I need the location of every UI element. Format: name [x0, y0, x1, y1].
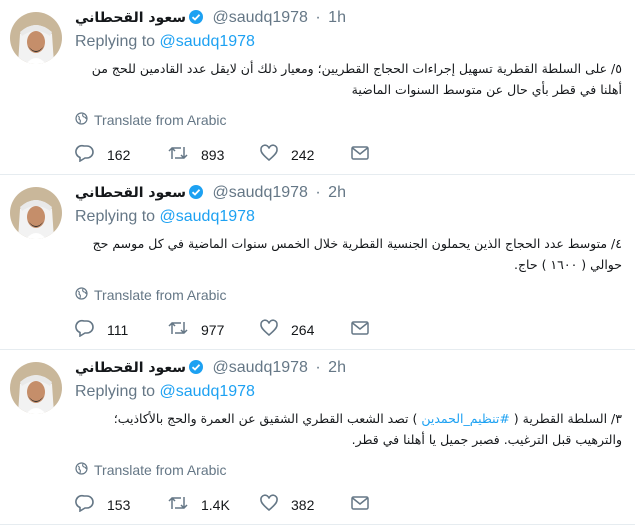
- reply-count: 153: [107, 496, 131, 513]
- hashtag-link[interactable]: #تنظيم_الحمدين: [421, 411, 509, 426]
- avatar-image: [10, 187, 62, 239]
- like-icon: [259, 144, 279, 165]
- translate-label[interactable]: Translate from Arabic: [94, 287, 227, 303]
- retweet-icon: [167, 320, 189, 339]
- separator-dot: ·: [315, 9, 321, 26]
- like-icon: [259, 319, 279, 340]
- translate-label[interactable]: Translate from Arabic: [94, 462, 227, 478]
- retweet-button[interactable]: 1.4K: [167, 495, 259, 514]
- timestamp[interactable]: 2h: [328, 359, 346, 376]
- author-handle[interactable]: @saudq1978: [213, 9, 308, 26]
- separator-dot: ·: [315, 359, 321, 376]
- verified-badge-icon: [188, 359, 204, 381]
- reply-button[interactable]: 153: [75, 494, 167, 515]
- reply-button[interactable]: 162: [75, 144, 167, 165]
- retweet-count: 1.4K: [201, 496, 230, 513]
- direct-message-button[interactable]: [351, 321, 369, 338]
- action-bar: 111 977 264: [75, 319, 375, 340]
- translate-label[interactable]: Translate from Arabic: [94, 112, 227, 128]
- reply-button[interactable]: 111: [75, 319, 167, 340]
- like-button[interactable]: 264: [259, 319, 351, 340]
- avatar[interactable]: [10, 12, 62, 64]
- like-button[interactable]: 382: [259, 494, 351, 515]
- tweet-text: ٤/ متوسط عدد الحجاج الذين يحملون الجنسية…: [92, 236, 622, 272]
- avatar[interactable]: [10, 362, 62, 414]
- tweet[interactable]: سعود القحطاني @saudq1978 · 2h Replying t…: [0, 350, 635, 525]
- replying-prefix: Replying to: [75, 208, 160, 225]
- retweet-count: 977: [201, 321, 225, 338]
- retweet-icon: [167, 495, 189, 514]
- retweet-button[interactable]: 977: [167, 320, 259, 339]
- tweet[interactable]: سعود القحطاني @saudq1978 · 2h Replying t…: [0, 175, 635, 350]
- replying-to: Replying to @saudq1978: [75, 208, 255, 226]
- replying-to: Replying to @saudq1978: [75, 383, 255, 401]
- tweet-text: ٥/ على السلطة القطرية تسهيل إجراءات الحج…: [91, 61, 622, 97]
- replying-to-link[interactable]: @saudq1978: [160, 383, 255, 400]
- tweet-text: ٣/ السلطة القطرية ( #تنظيم_الحمدين ) تصد…: [75, 408, 622, 450]
- direct-message-button[interactable]: [351, 496, 369, 513]
- tweet-header: سعود القحطاني @saudq1978 · 1h: [75, 8, 346, 31]
- like-count: 242: [291, 146, 315, 163]
- retweet-count: 893: [201, 146, 225, 163]
- author-handle[interactable]: @saudq1978: [213, 359, 308, 376]
- reply-icon: [75, 144, 95, 165]
- globe-icon: [75, 287, 88, 303]
- author-name[interactable]: سعود القحطاني: [75, 185, 186, 201]
- like-icon: [259, 494, 279, 515]
- reply-icon: [75, 319, 95, 340]
- translate-link[interactable]: Translate from Arabic: [75, 462, 227, 478]
- reply-icon: [75, 494, 95, 515]
- separator-dot: ·: [315, 184, 321, 201]
- avatar[interactable]: [10, 187, 62, 239]
- avatar-image: [10, 362, 62, 414]
- author-name[interactable]: سعود القحطاني: [75, 360, 186, 376]
- avatar-image: [10, 12, 62, 64]
- message-icon: [351, 146, 369, 163]
- action-bar: 162 893 242: [75, 144, 375, 165]
- replying-prefix: Replying to: [75, 383, 160, 400]
- timestamp[interactable]: 1h: [328, 9, 346, 26]
- globe-icon: [75, 112, 88, 128]
- reply-count: 111: [107, 321, 129, 338]
- replying-to: Replying to @saudq1978: [75, 33, 255, 51]
- tweet[interactable]: سعود القحطاني @saudq1978 · 1h Replying t…: [0, 0, 635, 175]
- globe-icon: [75, 462, 88, 478]
- timestamp[interactable]: 2h: [328, 184, 346, 201]
- direct-message-button[interactable]: [351, 146, 369, 163]
- retweet-button[interactable]: 893: [167, 145, 259, 164]
- retweet-icon: [167, 145, 189, 164]
- translate-link[interactable]: Translate from Arabic: [75, 112, 227, 128]
- message-icon: [351, 496, 369, 513]
- tweet-header: سعود القحطاني @saudq1978 · 2h: [75, 358, 346, 381]
- message-icon: [351, 321, 369, 338]
- tweet-text-start: ٣/ السلطة القطرية (: [509, 411, 622, 426]
- author-name[interactable]: سعود القحطاني: [75, 10, 186, 26]
- action-bar: 153 1.4K 382: [75, 494, 375, 515]
- reply-count: 162: [107, 146, 131, 163]
- verified-badge-icon: [188, 9, 204, 31]
- like-count: 382: [291, 496, 315, 513]
- tweet-header: سعود القحطاني @saudq1978 · 2h: [75, 183, 346, 206]
- replying-to-link[interactable]: @saudq1978: [160, 208, 255, 225]
- like-count: 264: [291, 321, 315, 338]
- like-button[interactable]: 242: [259, 144, 351, 165]
- replying-to-link[interactable]: @saudq1978: [160, 33, 255, 50]
- translate-link[interactable]: Translate from Arabic: [75, 287, 227, 303]
- verified-badge-icon: [188, 184, 204, 206]
- replying-prefix: Replying to: [75, 33, 160, 50]
- author-handle[interactable]: @saudq1978: [213, 184, 308, 201]
